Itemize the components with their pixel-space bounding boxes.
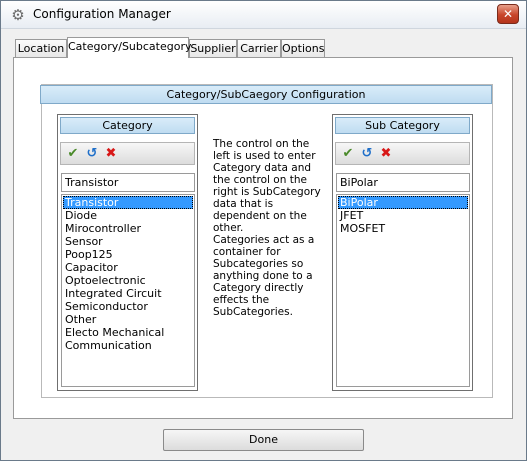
list-item[interactable]: Optoelectronic: [63, 274, 193, 287]
list-item[interactable]: JFET: [338, 209, 468, 222]
delete-icon[interactable]: ✖: [377, 145, 395, 163]
subcategory-header: Sub Category: [335, 117, 470, 134]
category-panel: Category ✔ ↺ ✖ Transistor Diode Mirocont…: [57, 114, 198, 391]
list-item[interactable]: Diode: [63, 209, 193, 222]
subcategory-list[interactable]: BiPolar JFET MOSFET: [336, 194, 470, 387]
list-item[interactable]: Integrated Circuit: [63, 287, 193, 300]
list-item[interactable]: Transistor: [63, 196, 193, 209]
tab-location[interactable]: Location: [15, 39, 67, 58]
category-input[interactable]: [61, 173, 195, 192]
undo-icon[interactable]: ↺: [358, 145, 376, 163]
list-item[interactable]: Semiconductor: [63, 300, 193, 313]
list-item[interactable]: Communication: [63, 339, 193, 352]
list-item[interactable]: BiPolar: [338, 196, 468, 209]
title-bar[interactable]: ⚙ Configuration Manager ✕: [1, 1, 526, 29]
gear-icon: ⚙: [11, 6, 25, 24]
subcategory-panel: Sub Category ✔ ↺ ✖ BiPolar JFET MOSFET: [332, 114, 473, 391]
tab-category-subcategory[interactable]: Category/Subcategory: [67, 37, 192, 58]
configuration-header: Category/SubCaegory Configuration: [40, 85, 492, 104]
subcategory-toolbar: ✔ ↺ ✖: [335, 142, 470, 165]
configuration-manager-window: ⚙ Configuration Manager ✕ Location Categ…: [0, 0, 527, 461]
category-toolbar: ✔ ↺ ✖: [60, 142, 195, 165]
tab-supplier[interactable]: Supplier: [189, 39, 237, 58]
window-title: Configuration Manager: [33, 7, 171, 21]
list-item[interactable]: Electo Mechanical: [63, 326, 193, 339]
list-item[interactable]: Mirocontroller: [63, 222, 193, 235]
list-item[interactable]: Capacitor: [63, 261, 193, 274]
close-button[interactable]: ✕: [497, 4, 519, 24]
tab-carrier[interactable]: Carrier: [237, 39, 281, 58]
checkmark-icon[interactable]: ✔: [339, 145, 357, 163]
help-text: The control on the left is used to enter…: [213, 138, 321, 318]
category-header: Category: [60, 117, 195, 134]
list-item[interactable]: Poop125: [63, 248, 193, 261]
list-item[interactable]: MOSFET: [338, 222, 468, 235]
tab-options[interactable]: Options: [281, 39, 325, 58]
subcategory-input[interactable]: [336, 173, 470, 192]
list-item[interactable]: Other: [63, 313, 193, 326]
delete-icon[interactable]: ✖: [102, 145, 120, 163]
done-button[interactable]: Done: [163, 429, 364, 451]
undo-icon[interactable]: ↺: [83, 145, 101, 163]
checkmark-icon[interactable]: ✔: [64, 145, 82, 163]
list-item[interactable]: Sensor: [63, 235, 193, 248]
category-list[interactable]: Transistor Diode Mirocontroller Sensor P…: [61, 194, 195, 387]
